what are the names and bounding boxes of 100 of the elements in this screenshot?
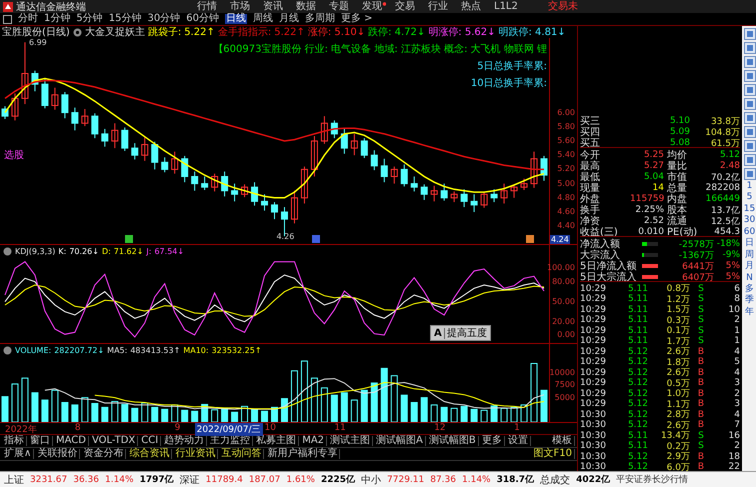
candlestick [290,190,298,224]
indicator-value: 明跌停: 4.81↓ [498,26,566,39]
trade-price: 5.12 [626,388,648,398]
candlestick [241,184,248,198]
date-label: 8 [74,423,81,433]
period-button[interactable]: 60 [744,228,756,238]
trade-side: B [696,452,706,462]
template-button[interactable]: 模板 [550,436,575,446]
trade-time: 10:30 [580,452,607,462]
info-tab[interactable]: 资金分布 [81,449,126,459]
index-amount: 2225亿 [320,474,356,486]
square-icon[interactable] [3,14,12,24]
menu-item[interactable]: 专题 [329,2,353,12]
indicator-tab[interactable]: 设置 [506,436,531,446]
period-button[interactable]: 15 [744,204,756,214]
volume-bar [320,387,328,422]
indicator-tab[interactable]: 测试幅图B [426,436,479,446]
menu-item[interactable]: 数据 [296,2,320,12]
flow-value: 6441万 [681,260,714,272]
stat-label: 均价 [666,149,688,161]
period-tab[interactable]: 5分钟 [76,14,103,24]
period-button[interactable]: N [746,274,753,283]
period-tab[interactable]: 分时 [18,14,38,24]
info-tab[interactable]: 扩展∧ [2,449,34,459]
indicator-tab[interactable]: 更多 [480,436,505,446]
flow-percent: 5% [724,272,740,282]
menu-item[interactable]: 交易 [395,2,419,12]
menu-item[interactable]: 行业 [428,2,452,12]
candlestick [540,155,548,182]
indicator-tab[interactable]: 测试主图 [328,436,374,446]
index-percent: 1.14% [104,474,134,484]
period-tab[interactable]: 更多 > [340,14,373,24]
period-tab[interactable]: 日线 [224,14,247,24]
period-button[interactable]: 1 [746,182,752,192]
indicator-tab[interactable]: 指标 [2,436,27,446]
period-tab[interactable]: 15分钟 [108,14,142,24]
period-tab[interactable]: 60分钟 [186,14,219,24]
period-button[interactable]: 月 [745,262,754,272]
stat-label: 换手 [580,204,601,216]
period-button[interactable]: 周 [745,250,754,260]
stat-label: 市值 [666,170,688,183]
signal-icon[interactable] [312,235,320,243]
trade-side: S [697,441,705,451]
menu-item[interactable]: 发现 [362,2,386,12]
stat-value: 2.52 [642,216,664,226]
info-tab[interactable]: 新用户福利专享 [265,449,340,459]
period-button[interactable]: 5 [746,193,752,203]
f10-button[interactable]: 图文F10 [532,449,575,459]
date-label: 9 [174,423,180,433]
trade-count: 1 [733,326,740,336]
signal-icon[interactable] [526,235,534,243]
current-price-label: 4.24 [550,235,570,244]
period-tab[interactable]: 1分钟 [44,14,70,24]
period-tab[interactable]: 多周期 [304,14,335,24]
indicator-tab[interactable]: CCI [139,436,162,446]
indicator-tab[interactable]: VOL-TDX [90,436,138,446]
indicator-tab[interactable]: 窗口 [28,436,53,446]
eye-icon[interactable] [72,28,82,36]
axis-label: 4.80 [557,192,575,203]
axis-label: 10000 [550,368,575,378]
indicator-tab[interactable]: MACD [54,436,89,446]
indicator-tab[interactable]: MA2 [300,436,328,446]
volume-bar [111,401,118,422]
period-button[interactable]: 日 [745,239,754,249]
menu-item[interactable]: 热点 [461,2,485,12]
stat-value: 2.48 [718,161,740,171]
trade-volume: 2.6万 [666,367,690,379]
period-tab[interactable]: 30分钟 [147,14,180,24]
info-tab[interactable]: 关联报价 [35,449,80,459]
period-tab[interactable]: 周线 [252,14,273,24]
trade-side: B [696,357,706,367]
popup-label[interactable]: 提高五度 [446,326,487,340]
menu-item[interactable]: 资讯 [263,2,287,12]
trade-volume: 2.9万 [666,451,690,463]
axis-label: 5.60 [557,136,575,146]
candlestick [390,166,398,184]
info-tab[interactable]: 行业资讯 [173,449,218,459]
trade-button[interactable]: 交易未 [548,2,578,12]
info-tab[interactable]: 互动问答 [219,449,264,459]
menu-item[interactable]: 行情 [197,2,221,12]
period-button[interactable]: 年 [745,308,754,318]
series-value: 71.62↓ [114,246,144,256]
trade-side: S [697,284,705,294]
volume-bar [61,402,68,422]
stat-value: 282208 [704,183,740,193]
trade-time: 10:29 [580,304,607,314]
stock-title: 宝胜股份(日线) [2,26,70,39]
period-tab[interactable]: 月线 [278,14,299,24]
candlestick [410,176,418,192]
menu-item[interactable]: 市场 [230,2,254,12]
period-button[interactable]: 多 [745,284,754,294]
square-icon[interactable] [744,56,756,68]
series-name: MA10: [183,346,209,354]
info-tab[interactable]: 综合资讯 [127,449,172,459]
trade-time: 10:30 [580,441,607,451]
menu-item[interactable]: L1L2 [494,2,522,12]
period-button[interactable]: 30 [744,216,756,226]
trade-time: 10:29 [580,368,607,378]
period-button[interactable]: 季 [745,296,754,306]
indicator-tab[interactable]: 测试幅图A [374,436,426,446]
